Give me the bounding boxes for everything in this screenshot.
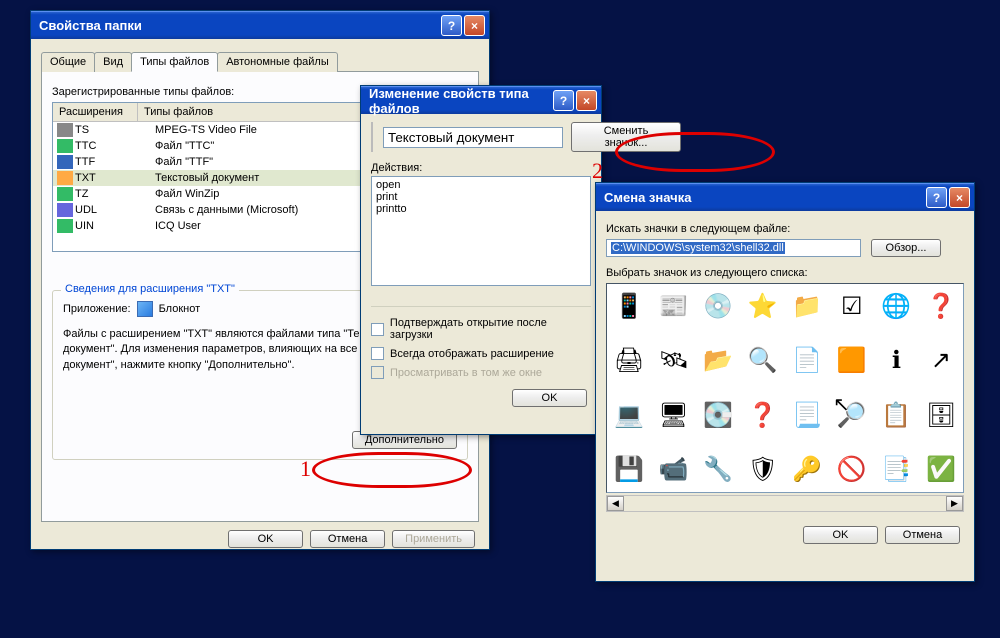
- icon-cell[interactable]: 🚫: [836, 454, 868, 486]
- ok-button[interactable]: OK: [803, 526, 878, 544]
- titlebar[interactable]: Смена значка ? ×: [596, 183, 974, 211]
- same-window-checkbox: [371, 366, 384, 379]
- ok-button[interactable]: OK: [228, 530, 303, 548]
- tab-offline[interactable]: Автономные файлы: [217, 52, 338, 72]
- icon-cell[interactable]: ⭐: [747, 290, 779, 322]
- confirm-open-checkbox[interactable]: [371, 323, 384, 336]
- path-input[interactable]: C:\WINDOWS\system32\shell32.dll: [606, 239, 861, 257]
- help-button[interactable]: ?: [441, 15, 462, 36]
- icon-cell[interactable]: 📄: [791, 345, 823, 377]
- action-item[interactable]: open: [376, 179, 586, 191]
- icon-cell[interactable]: ❓: [747, 399, 779, 431]
- icon-cell[interactable]: 🖨: [613, 345, 645, 377]
- change-icon-button[interactable]: Сменить значок...: [571, 122, 681, 152]
- group-legend: Сведения для расширения "TXT": [61, 283, 239, 295]
- close-button[interactable]: ×: [949, 187, 970, 208]
- actions-list[interactable]: openprintprintto: [371, 176, 591, 286]
- titlebar[interactable]: Изменение свойств типа файлов ? ×: [361, 86, 601, 114]
- horizontal-scrollbar[interactable]: ◀ ▶: [606, 495, 964, 512]
- action-item[interactable]: printto: [376, 203, 586, 215]
- select-icon-label: Выбрать значок из следующего списка:: [606, 267, 964, 279]
- icon-cell[interactable]: 📱: [613, 290, 645, 322]
- help-button[interactable]: ?: [553, 90, 574, 111]
- action-item[interactable]: print: [376, 191, 586, 203]
- icon-cell[interactable]: ☑: [836, 290, 868, 322]
- icon-cell[interactable]: ❓: [925, 290, 957, 322]
- icon-cell[interactable]: 📰: [658, 290, 690, 322]
- confirm-open-label: Подтверждать открытие после загрузки: [390, 317, 591, 341]
- tab-general[interactable]: Общие: [41, 52, 95, 72]
- cancel-button[interactable]: Отмена: [885, 526, 960, 544]
- icon-cell[interactable]: 💽: [702, 399, 734, 431]
- close-button[interactable]: ×: [576, 90, 597, 111]
- icon-grid[interactable]: 📱 📰 💿 ⭐ 📁 ☑ 🌐 ❓ 🖨 🛰 📂 🔍 📄 🟧 ℹ ↗ 💻 🖥 💽 ❓ 📃 🔎 📋 🗄 💾 📹 🔧 🛡 🔑 🚫 📑 ✅: [606, 283, 964, 493]
- scroll-right-button[interactable]: ▶: [946, 496, 963, 511]
- search-label: Искать значки в следующем файле:: [606, 223, 964, 235]
- always-show-ext-label: Всегда отображать расширение: [390, 348, 554, 360]
- icon-cell[interactable]: 🔑: [791, 454, 823, 486]
- window-title: Смена значка: [604, 190, 924, 205]
- icon-cell[interactable]: 📋: [880, 399, 912, 431]
- icon-cell[interactable]: ↗: [925, 345, 957, 377]
- tab-view[interactable]: Вид: [94, 52, 132, 72]
- same-window-label: Просматривать в том же окне: [390, 367, 542, 379]
- icon-cell[interactable]: 🗄: [925, 399, 957, 431]
- notepad-icon: [137, 301, 153, 317]
- actions-label: Действия:: [371, 162, 591, 174]
- ok-button[interactable]: OK: [512, 389, 587, 407]
- annotation-number-2: 2: [592, 158, 603, 184]
- icon-cell[interactable]: 💻: [613, 399, 645, 431]
- help-button[interactable]: ?: [926, 187, 947, 208]
- apply-button: Применить: [392, 530, 475, 548]
- icon-cell[interactable]: 🛰: [658, 345, 690, 377]
- icon-cell[interactable]: 🔎: [836, 399, 868, 431]
- window-title: Изменение свойств типа файлов: [369, 86, 551, 116]
- tabs: Общие Вид Типы файлов Автономные файлы: [41, 51, 479, 72]
- icon-cell[interactable]: 📑: [880, 454, 912, 486]
- application-name: Блокнот: [159, 303, 201, 315]
- icon-cell[interactable]: 📃: [791, 399, 823, 431]
- scroll-left-button[interactable]: ◀: [607, 496, 624, 511]
- icon-cell[interactable]: 💿: [702, 290, 734, 322]
- icon-cell[interactable]: ✅: [925, 454, 957, 486]
- icon-cell[interactable]: 🖥: [658, 399, 690, 431]
- close-button[interactable]: ×: [464, 15, 485, 36]
- icon-cell[interactable]: 🔧: [702, 454, 734, 486]
- filetype-icon: [371, 122, 373, 152]
- always-show-ext-checkbox[interactable]: [371, 347, 384, 360]
- titlebar[interactable]: Свойства папки ? ×: [31, 11, 489, 39]
- window-title: Свойства папки: [39, 18, 439, 33]
- edit-filetype-window: Изменение свойств типа файлов ? × Сменит…: [360, 85, 602, 435]
- icon-cell[interactable]: 📂: [702, 345, 734, 377]
- icon-cell[interactable]: 📹: [658, 454, 690, 486]
- browse-button[interactable]: Обзор...: [871, 239, 941, 257]
- application-label: Приложение:: [63, 303, 131, 315]
- type-name-field[interactable]: [383, 127, 563, 148]
- icon-cell[interactable]: 🌐: [880, 290, 912, 322]
- icon-cell[interactable]: 💾: [613, 454, 645, 486]
- change-icon-window: Смена значка ? × Искать значки в следующ…: [595, 182, 975, 582]
- tab-filetypes[interactable]: Типы файлов: [131, 52, 218, 72]
- icon-cell[interactable]: 🟧: [836, 345, 868, 377]
- col-ext[interactable]: Расширения: [53, 103, 138, 121]
- icon-cell[interactable]: ℹ: [880, 345, 912, 377]
- cancel-button[interactable]: Отмена: [310, 530, 385, 548]
- icon-cell[interactable]: 📁: [791, 290, 823, 322]
- annotation-number-1: 1: [300, 456, 311, 482]
- icon-cell[interactable]: 🛡: [747, 454, 779, 486]
- icon-cell[interactable]: 🔍: [747, 345, 779, 377]
